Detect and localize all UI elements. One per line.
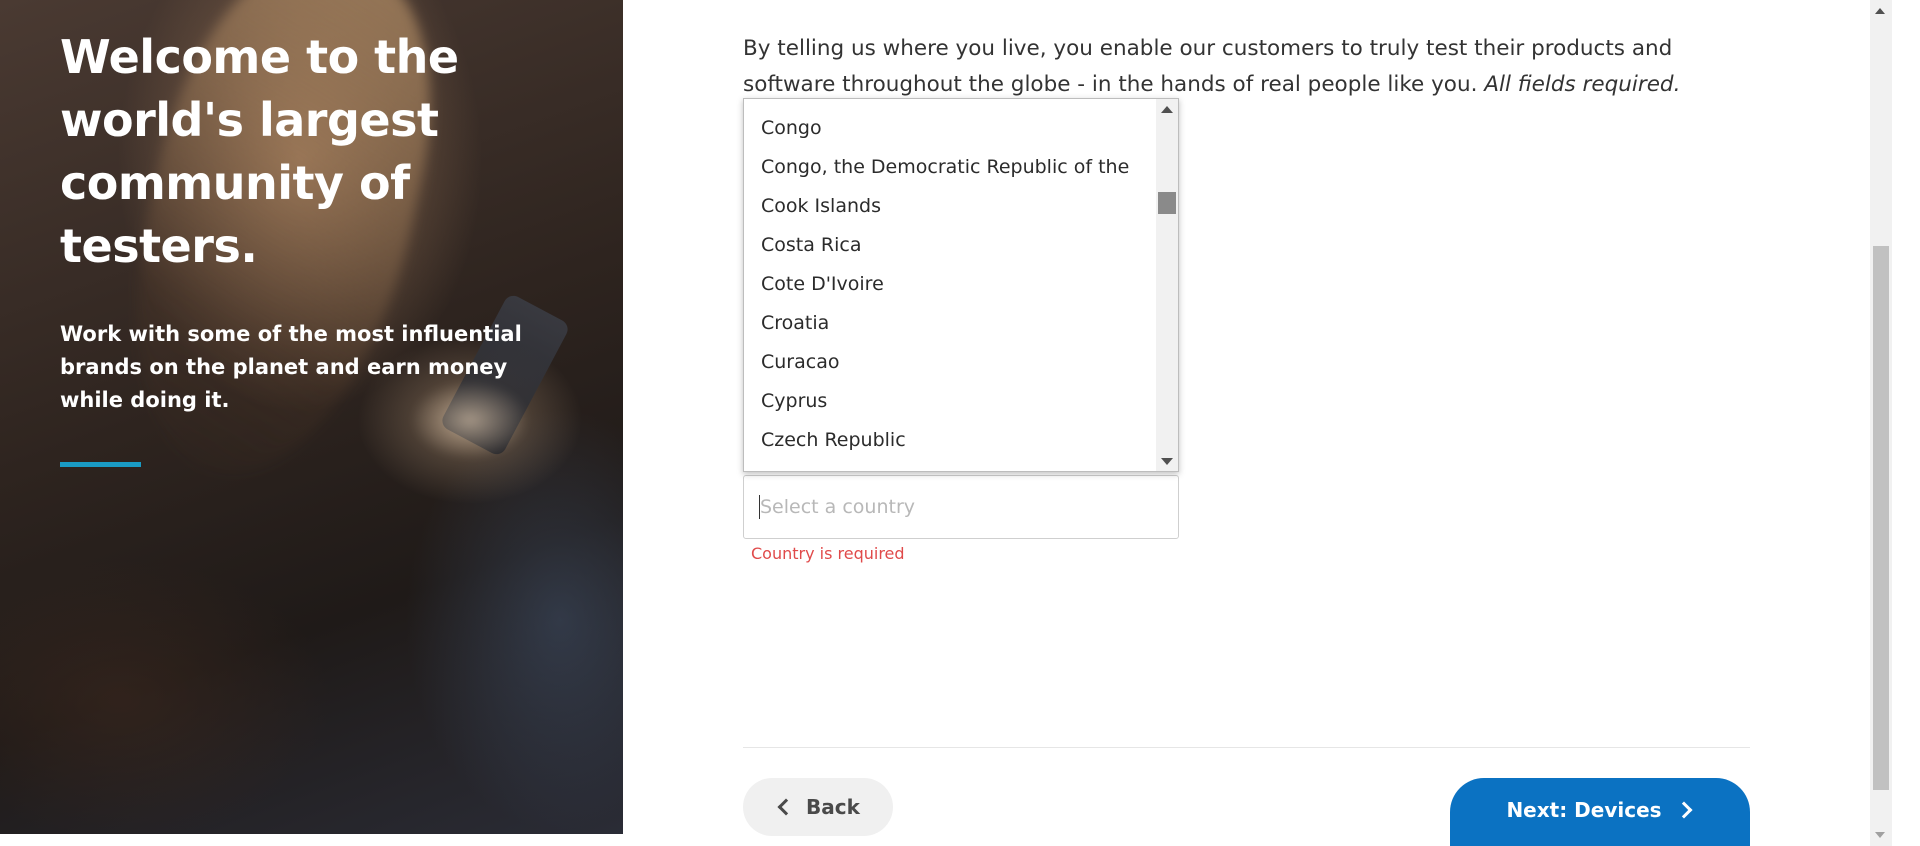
- page-scroll-down-icon[interactable]: [1875, 832, 1885, 838]
- country-option[interactable]: Cyprus: [744, 382, 1156, 421]
- country-dropdown[interactable]: Congo Congo, the Democratic Republic of …: [743, 98, 1179, 472]
- intro-required-note: All fields required.: [1484, 72, 1681, 97]
- country-option[interactable]: Curacao: [744, 343, 1156, 382]
- country-option[interactable]: Czech Republic: [744, 421, 1156, 460]
- country-option[interactable]: Cook Islands: [744, 187, 1156, 226]
- chevron-right-icon: [1675, 801, 1693, 819]
- dropdown-scroll-thumb[interactable]: [1158, 192, 1176, 214]
- country-option[interactable]: Croatia: [744, 304, 1156, 343]
- next-button-label: Next: Devices: [1506, 798, 1662, 822]
- hero-subtitle: Work with some of the most influential b…: [60, 322, 522, 412]
- hero-accent-line: [60, 462, 141, 467]
- country-options-list: Congo Congo, the Democratic Republic of …: [744, 99, 1156, 471]
- country-select-input[interactable]: [743, 475, 1179, 539]
- hero-panel: Welcome to the world's largest community…: [0, 0, 623, 834]
- next-devices-button[interactable]: Next: Devices: [1450, 778, 1750, 846]
- page-scrollbar[interactable]: [1870, 0, 1892, 846]
- country-option[interactable]: Congo, the Democratic Republic of the: [744, 148, 1156, 187]
- country-option[interactable]: Costa Rica: [744, 226, 1156, 265]
- back-button[interactable]: Back: [743, 778, 893, 836]
- country-option[interactable]: Congo: [744, 109, 1156, 148]
- intro-paragraph: By telling us where you live, you enable…: [743, 31, 1683, 103]
- scroll-down-arrow-icon[interactable]: [1156, 451, 1178, 471]
- back-button-label: Back: [806, 795, 860, 819]
- hero-title: Welcome to the world's largest community…: [60, 30, 459, 273]
- text-caret: [759, 495, 760, 519]
- chevron-left-icon: [777, 798, 795, 816]
- footer-divider: [743, 747, 1750, 748]
- country-option[interactable]: Cote D'Ivoire: [744, 265, 1156, 304]
- country-option[interactable]: Denmark: [744, 460, 1156, 471]
- scroll-up-arrow-icon[interactable]: [1156, 99, 1178, 119]
- dropdown-scrollbar[interactable]: [1156, 99, 1178, 471]
- page-scroll-thumb[interactable]: [1873, 246, 1889, 790]
- page-scroll-up-icon[interactable]: [1875, 8, 1885, 14]
- country-error-message: Country is required: [751, 544, 905, 563]
